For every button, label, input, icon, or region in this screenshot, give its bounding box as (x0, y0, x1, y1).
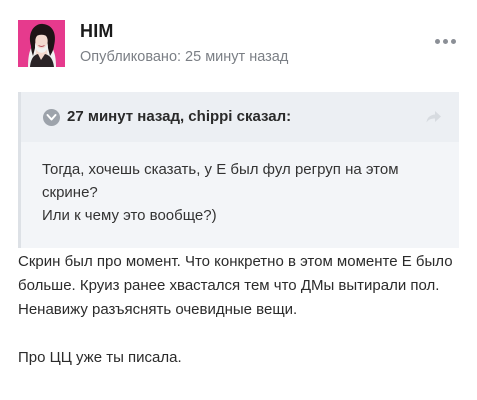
dot (435, 39, 440, 44)
dot (443, 39, 448, 44)
forum-post: HIM Опубликовано: 25 минут назад 27 мину… (0, 0, 477, 400)
quote-block: 27 минут назад, chippi сказал: Тогда, хо… (18, 92, 459, 248)
quote-header: 27 минут назад, chippi сказал: (21, 92, 459, 142)
quote-line: Тогда, хочешь сказать, у Е был фул регру… (42, 161, 399, 201)
post-paragraph: Скрин был про момент. Что конкретно в эт… (18, 253, 453, 318)
chevron-down-icon[interactable] (43, 109, 60, 126)
quote-citation: 27 минут назад, chippi сказал: (67, 108, 292, 125)
more-options-icon[interactable] (435, 38, 457, 46)
post-paragraph: Про ЦЦ уже ты писала. (18, 349, 182, 366)
dot (451, 39, 456, 44)
post-header: HIM Опубликовано: 25 минут назад (18, 20, 459, 70)
post-timestamp: Опубликовано: 25 минут назад (80, 49, 289, 65)
post-content: Скрин был про момент. Что конкретно в эт… (18, 250, 463, 394)
author-name[interactable]: HIM (80, 21, 114, 42)
share-arrow-icon[interactable] (425, 110, 443, 124)
avatar-image (18, 20, 65, 67)
quote-body: Тогда, хочешь сказать, у Е был фул регру… (42, 158, 447, 227)
avatar[interactable] (18, 20, 65, 67)
quote-line: Или к чему это вообще?) (42, 207, 217, 224)
